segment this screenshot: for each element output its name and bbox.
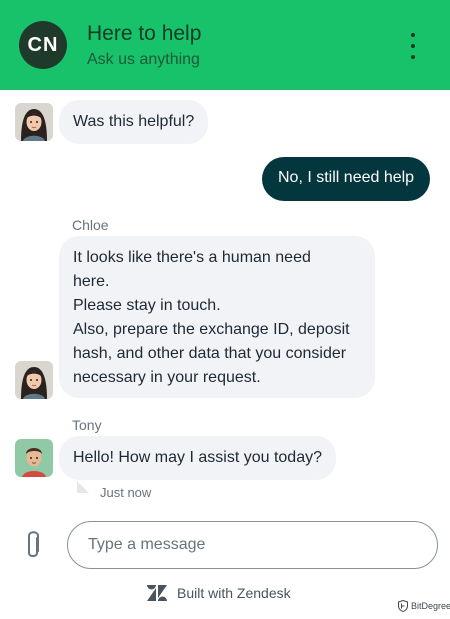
agent-woman-avatar bbox=[15, 361, 53, 399]
sender-name: Chloe bbox=[72, 217, 109, 233]
more-options-icon[interactable] bbox=[402, 33, 424, 59]
watermark: BitDegree bbox=[398, 600, 450, 612]
message-timestamp: Just now bbox=[100, 485, 152, 500]
header-subtitle: Ask us anything bbox=[87, 51, 200, 68]
paperclip-icon[interactable] bbox=[20, 529, 46, 563]
message-line: Also, prepare the exchange ID, deposit bbox=[73, 321, 350, 338]
quick-reply-button[interactable]: No, I still need help bbox=[262, 157, 431, 201]
message-bubble: Hello! How may I assist you today? bbox=[59, 436, 336, 480]
shield-icon bbox=[398, 600, 408, 612]
message-bubble: It looks like there's a human need here.… bbox=[59, 236, 375, 398]
branding-text: Built with Zendesk bbox=[177, 585, 291, 601]
message-line: It looks like there's a human need bbox=[73, 249, 311, 266]
message-input[interactable] bbox=[67, 521, 438, 569]
message-line: Please stay in touch. bbox=[73, 297, 221, 314]
agent-woman-avatar bbox=[15, 103, 53, 141]
chat-header: CN Here to help Ask us anything bbox=[0, 0, 450, 90]
header-title: Here to help bbox=[87, 22, 202, 45]
watermark-text: BitDegree bbox=[411, 601, 450, 611]
zendesk-logo-icon bbox=[147, 585, 167, 601]
zendesk-branding-link[interactable]: Built with Zendesk bbox=[146, 584, 291, 602]
agent-man-avatar bbox=[15, 439, 53, 477]
sender-name: Tony bbox=[72, 417, 102, 433]
message-line: necessary in your request. bbox=[73, 369, 261, 386]
message-line: here. bbox=[73, 273, 110, 290]
message-line: hash, and other data that you consider bbox=[73, 345, 347, 362]
bubble-tail bbox=[77, 481, 89, 493]
company-logo: CN bbox=[19, 21, 67, 69]
message-bubble: Was this helpful? bbox=[59, 100, 209, 144]
